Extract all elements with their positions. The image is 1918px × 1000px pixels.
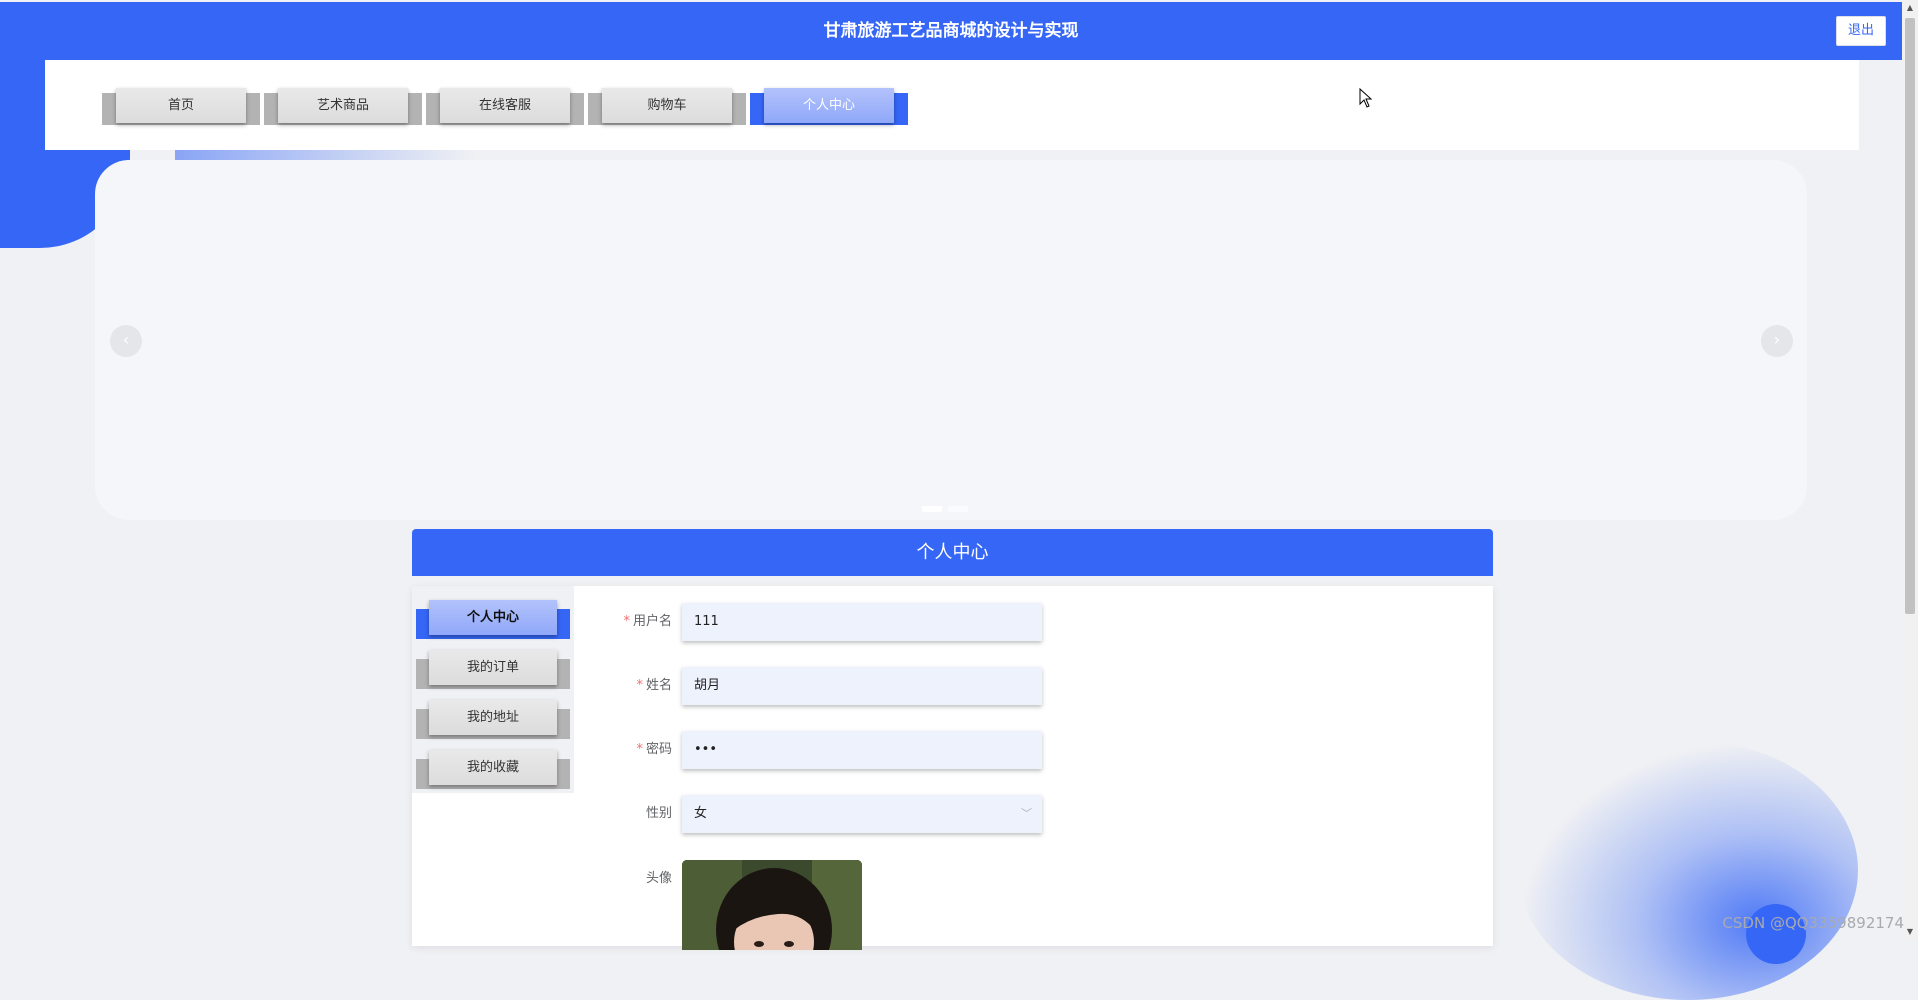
nav-item-label: 在线客服	[440, 88, 570, 123]
mouse-cursor-icon	[1359, 87, 1373, 112]
scroll-up-icon[interactable]: ▲	[1902, 0, 1918, 16]
side-item-my-orders[interactable]: 我的订单	[416, 644, 570, 689]
side-item-label: 我的订单	[429, 650, 557, 685]
gender-label: 性别	[562, 795, 672, 833]
nav-item-cart[interactable]: 购物车	[588, 80, 746, 128]
gender-select[interactable]: 女 ﹀	[682, 795, 1042, 833]
main-nav: 首页 艺术商品 在线客服 购物车 个人中心	[45, 60, 1859, 150]
side-item-my-address[interactable]: 我的地址	[416, 694, 570, 739]
logout-button[interactable]: 退出	[1836, 16, 1886, 46]
side-item-label: 我的地址	[429, 700, 557, 735]
section-title: 个人中心	[412, 529, 1493, 576]
name-label-text: 姓名	[645, 678, 672, 693]
avatar-portrait-icon	[682, 860, 862, 950]
name-field[interactable]: 胡月	[682, 667, 1042, 705]
username-label: * 用户名	[562, 603, 672, 641]
nav-item-label: 个人中心	[764, 88, 894, 123]
decorative-glow-right	[1518, 740, 1858, 1000]
avatar-image[interactable]	[682, 860, 862, 950]
side-item-personal-center[interactable]: 个人中心	[416, 594, 570, 639]
required-mark: *	[636, 742, 643, 757]
side-item-label: 我的收藏	[429, 750, 557, 785]
chevron-right-icon[interactable]: ›	[1761, 325, 1793, 357]
gender-label-text: 性别	[645, 806, 672, 821]
scroll-down-icon[interactable]: ▼	[1902, 924, 1918, 940]
banner-carousel	[95, 160, 1807, 520]
chevron-down-icon: ﹀	[1021, 807, 1032, 820]
name-label: * 姓名	[562, 667, 672, 705]
required-mark: *	[636, 678, 643, 693]
side-item-label: 个人中心	[429, 600, 557, 635]
password-label: * 密码	[562, 731, 672, 769]
side-menu: 个人中心 我的订单 我的地址 我的收藏	[412, 586, 574, 793]
site-title: 甘肃旅游工艺品商城的设计与实现	[823, 21, 1079, 41]
nav-item-customer-service[interactable]: 在线客服	[426, 80, 584, 128]
gender-value: 女	[694, 806, 708, 821]
vertical-scrollbar[interactable]: ▲ ▼	[1902, 0, 1918, 940]
nav-item-art-products[interactable]: 艺术商品	[264, 80, 422, 128]
watermark: CSDN @QQ3359892174	[1722, 914, 1904, 932]
password-field[interactable]: •••	[682, 731, 1042, 769]
nav-item-label: 购物车	[602, 88, 732, 123]
nav-item-label: 首页	[116, 88, 246, 123]
nav-item-label: 艺术商品	[278, 88, 408, 123]
avatar-label-text: 头像	[645, 871, 672, 886]
nav-item-home[interactable]: 首页	[102, 80, 260, 128]
nav-item-personal-center[interactable]: 个人中心	[750, 80, 908, 128]
side-item-my-favorites[interactable]: 我的收藏	[416, 744, 570, 789]
username-label-text: 用户名	[632, 614, 672, 629]
password-label-text: 密码	[645, 742, 672, 757]
username-field[interactable]: 111	[682, 603, 1042, 641]
decorative-blob-right	[1746, 904, 1806, 964]
required-mark: *	[623, 614, 630, 629]
carousel-indicator-2[interactable]	[948, 506, 968, 512]
chevron-left-icon[interactable]: ‹	[110, 325, 142, 357]
carousel-indicator-1[interactable]	[922, 506, 942, 512]
scrollbar-thumb[interactable]	[1905, 18, 1915, 614]
profile-panel: 个人中心 我的订单 我的地址 我的收藏 * 用户名 111 * 姓名 胡月 * 密码 …	[412, 586, 1493, 950]
top-header-bar: 甘肃旅游工艺品商城的设计与实现 退出	[0, 2, 1902, 60]
avatar-label: 头像	[562, 860, 672, 898]
